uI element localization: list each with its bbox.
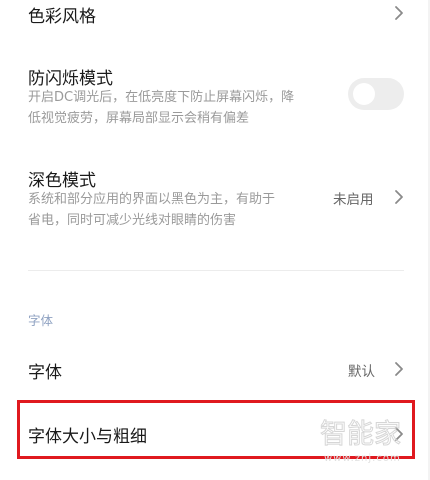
font-section-header: 字体 [28, 313, 54, 328]
dark-mode-status: 未启用 [333, 192, 374, 208]
chevron-right-icon [395, 190, 403, 204]
color-style-row[interactable]: 色彩风格 [0, 0, 430, 30]
dark-mode-description-line2: 省电，同时可减少光线对眼睛的伤害 [28, 213, 237, 228]
anti-flicker-toggle[interactable] [348, 78, 404, 110]
anti-flicker-description-line1: 开启DC调光后，在低亮度下防止屏幕闪烁，降 [28, 90, 295, 105]
font-title: 字体 [28, 363, 62, 383]
color-style-title: 色彩风格 [28, 7, 96, 27]
watermark-url: www.znj.com [324, 453, 401, 464]
watermark-brand: 智能家 [320, 419, 401, 450]
dark-mode-row[interactable]: 深色模式 系统和部分应用的界面以黑色为主，有助于 省电，同时可减少光线对眼睛的伤… [0, 160, 430, 235]
anti-flicker-title: 防闪烁模式 [28, 69, 113, 89]
anti-flicker-description-line2: 低视觉疲劳，屏幕局部显示会稍有偏差 [28, 111, 250, 126]
toggle-knob [353, 83, 375, 105]
chevron-right-icon [395, 6, 403, 20]
section-divider [28, 270, 404, 271]
chevron-right-icon [395, 362, 403, 376]
dark-mode-description-line1: 系统和部分应用的界面以黑色为主，有助于 [28, 192, 276, 207]
dark-mode-title: 深色模式 [28, 171, 96, 191]
watermark-logo: 智能家 www.znj.com [320, 419, 402, 465]
font-row[interactable]: 字体 默认 [0, 345, 430, 395]
font-value: 默认 [348, 364, 375, 380]
